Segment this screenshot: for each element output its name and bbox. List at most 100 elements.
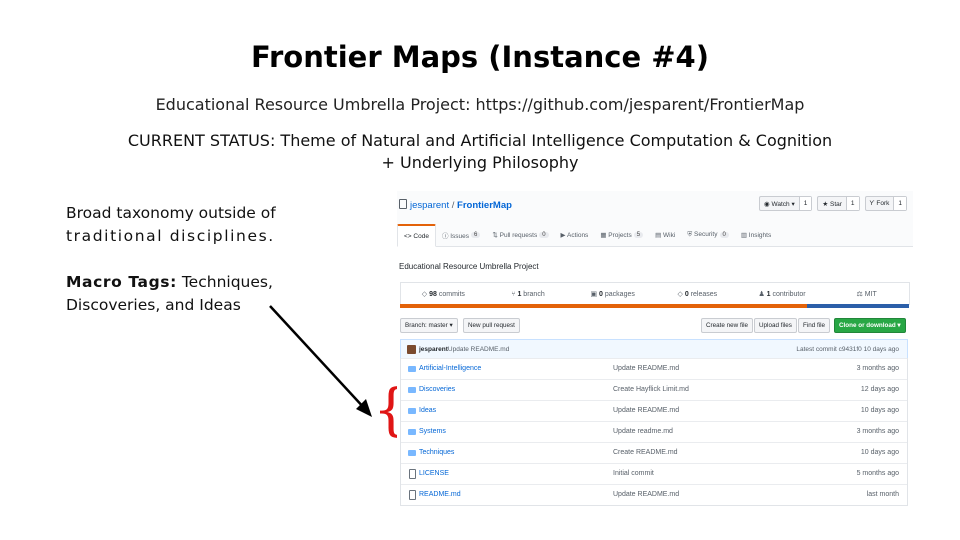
folder-icon — [408, 366, 416, 372]
repo-tabs: <> Code ⓘ Issues 6 ⇅ Pull requests 0 ▶ Act… — [397, 224, 777, 247]
tab-insights-label: ▥ Insights — [740, 232, 772, 239]
file-row-techniques[interactable]: Techniques Create README.md 10 days ago — [401, 442, 907, 463]
stat-commits-num: 98 — [429, 291, 437, 298]
file-name[interactable]: LICENSE — [419, 470, 449, 477]
tab-projects-count: 5 — [633, 232, 644, 238]
fork-label: Ƴ Fork — [869, 200, 890, 207]
file-row-systems[interactable]: Systems Update readme.md 3 months ago — [401, 421, 907, 442]
branch-icon: ⑂ — [511, 290, 516, 298]
tab-security[interactable]: ⛨ Security 0 — [681, 224, 735, 246]
tab-code[interactable]: <> Code — [397, 224, 436, 247]
tab-security-label: ⛨ Security — [687, 231, 718, 238]
repo-separator: / — [449, 200, 458, 211]
stat-releases-label: releases — [688, 291, 718, 298]
repo-stats-bar: ◇ 98 commits ⑂ 1 branch ▣ 0 packages ◇ 0… — [400, 282, 910, 305]
create-file-button[interactable]: Create new file — [701, 318, 753, 333]
folder-icon — [408, 450, 416, 456]
tab-security-count: 0 — [719, 232, 729, 238]
file-toolbar: Branch: master ▾ New pull request Create… — [400, 318, 908, 333]
stat-branch-label: branch — [521, 290, 545, 298]
file-list: Artificial-Intelligence Update README.md 3… — [400, 358, 908, 506]
file-commit-message[interactable]: Update README.md — [613, 407, 679, 414]
file-age: last month — [866, 491, 899, 498]
tab-pull-requests[interactable]: ⇅ Pull requests 0 — [486, 224, 554, 246]
fork-button[interactable]: Ƴ Fork 1 — [864, 196, 907, 211]
repo-description: Educational Resource Umbrella Project — [399, 262, 539, 271]
file-name[interactable]: Discoveries — [419, 386, 455, 393]
repo-title[interactable]: jesparent / FrontierMap — [399, 199, 512, 211]
language-segment-secondary — [807, 304, 909, 308]
tab-issues-label: ⓘ Issues — [441, 233, 470, 240]
commits-icon: ◇ — [421, 291, 428, 298]
star-count[interactable]: 1 — [845, 197, 859, 210]
file-commit-message[interactable]: Create Hayflick Limit.md — [613, 386, 689, 393]
tab-pull-requests-count: 0 — [539, 232, 549, 238]
file-age: 12 days ago — [860, 386, 899, 393]
new-pull-request-button[interactable]: New pull request — [463, 318, 520, 333]
stat-packages-label: packages — [602, 291, 635, 298]
file-commit-message[interactable]: Initial commit — [613, 470, 654, 477]
file-age: 10 days ago — [860, 449, 899, 456]
tab-pull-requests-label: ⇅ Pull requests — [492, 232, 538, 239]
file-row-ideas[interactable]: Ideas Update README.md 10 days ago — [401, 400, 907, 421]
package-icon: ▣ — [590, 291, 598, 298]
stat-branch[interactable]: ⑂ 1 branch — [486, 291, 571, 298]
file-row-readme[interactable]: README.md Update README.md last month — [401, 484, 907, 505]
file-name[interactable]: Systems — [419, 428, 446, 435]
file-row-discoveries[interactable]: Discoveries Create Hayflick Limit.md 12 da… — [401, 379, 907, 400]
watch-label: ◉ Watch ▾ — [764, 200, 795, 208]
stat-license-label: MIT — [862, 291, 877, 298]
stat-packages[interactable]: ▣ 0 packages — [570, 290, 655, 298]
tab-projects-label: ▦ Projects — [600, 232, 632, 239]
stat-releases[interactable]: ◇ 0 releases — [655, 290, 740, 298]
tab-wiki[interactable]: ▤ Wiki — [649, 224, 681, 246]
stat-contributors-label: contributor — [770, 291, 806, 298]
file-age: 3 months ago — [856, 365, 899, 372]
stat-commits-label: commits — [436, 291, 465, 298]
latest-commit-bar: jesparent Update README.md Latest commit… — [400, 339, 908, 359]
file-commit-message[interactable]: Update README.md — [613, 491, 679, 498]
star-label: ★ Star — [822, 200, 842, 208]
watch-button[interactable]: ◉ Watch ▾ 1 — [759, 196, 813, 211]
file-commit-message[interactable]: Update readme.md — [613, 428, 673, 435]
watch-count[interactable]: 1 — [798, 197, 812, 210]
tab-wiki-label: ▤ Wiki — [655, 232, 676, 239]
tab-issues[interactable]: ⓘ Issues 6 — [436, 224, 486, 246]
file-commit-message[interactable]: Update README.md — [613, 365, 679, 372]
star-button[interactable]: ★ Star 1 — [817, 196, 860, 211]
language-bar[interactable] — [400, 304, 909, 308]
tab-actions[interactable]: ▶ Actions — [555, 224, 595, 246]
commit-author[interactable]: jesparent — [419, 346, 448, 353]
tab-projects[interactable]: ▦ Projects 5 — [594, 224, 649, 246]
avatar[interactable] — [407, 344, 416, 354]
people-icon: ♟ — [758, 291, 765, 298]
stat-contributors[interactable]: ♟ 1 contributor — [740, 290, 825, 298]
tab-insights[interactable]: ▥ Insights — [735, 224, 777, 246]
file-name[interactable]: README.md — [419, 491, 461, 498]
folder-icon — [408, 387, 416, 393]
find-file-button[interactable]: Find file — [798, 318, 831, 333]
clone-download-button[interactable]: Clone or download ▾ — [834, 318, 906, 333]
file-commit-message[interactable]: Create README.md — [613, 449, 678, 456]
repo-header: jesparent / FrontierMap ◉ Watch ▾ 1 ★ Sta… — [397, 191, 913, 247]
file-icon — [409, 469, 416, 479]
repo-name[interactable]: FrontierMap — [457, 200, 512, 211]
file-row-license[interactable]: LICENSE Initial commit 5 months ago — [401, 463, 907, 484]
latest-commit-info[interactable]: Latest commit c9431f0 10 days ago — [796, 346, 899, 353]
folder-icon — [408, 429, 416, 435]
file-age: 5 months ago — [856, 470, 899, 477]
file-row-artificial-intelligence[interactable]: Artificial-Intelligence Update README.md 3… — [401, 358, 907, 379]
file-name[interactable]: Ideas — [419, 407, 436, 414]
file-age: 10 days ago — [860, 407, 899, 414]
file-name[interactable]: Techniques — [419, 449, 454, 456]
folder-icon — [408, 408, 416, 414]
stat-commits[interactable]: ◇ 98 commits — [401, 290, 486, 298]
commit-message[interactable]: Update README.md — [448, 346, 509, 353]
file-name[interactable]: Artificial-Intelligence — [419, 365, 481, 372]
branch-select[interactable]: Branch: master ▾ — [400, 318, 458, 333]
upload-files-button[interactable]: Upload files — [754, 318, 797, 333]
repo-owner[interactable]: jesparent — [410, 200, 449, 211]
stat-license[interactable]: ⚖ MIT — [824, 290, 909, 298]
tab-issues-count: 6 — [471, 232, 481, 238]
fork-count[interactable]: 1 — [893, 197, 906, 210]
